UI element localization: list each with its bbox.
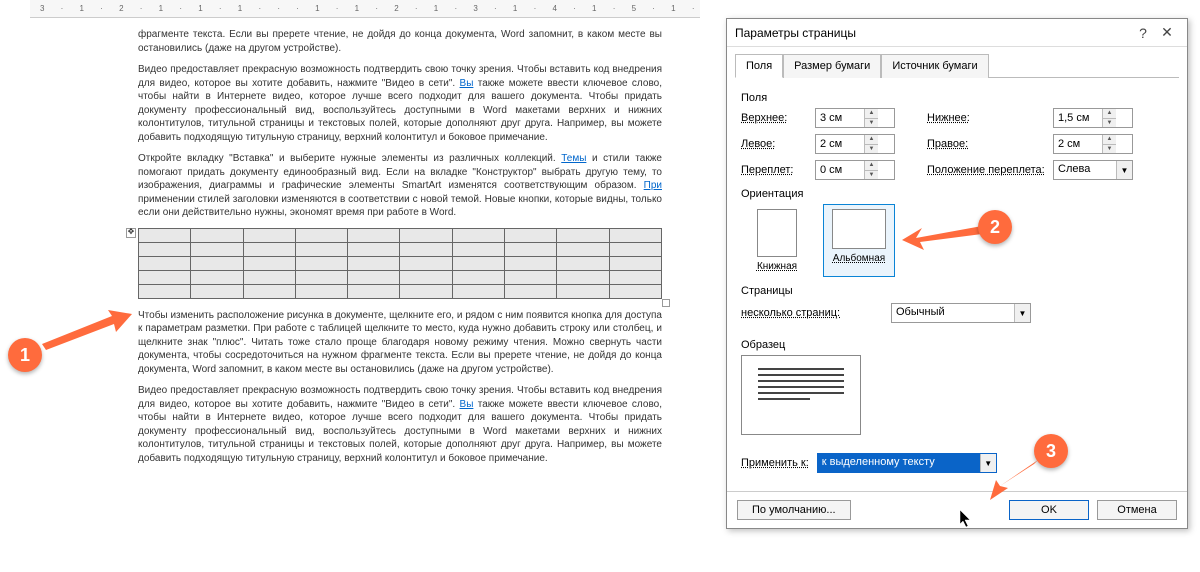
landscape-icon <box>832 209 886 249</box>
dialog-tabs: Поля Размер бумаги Источник бумаги <box>727 47 1187 77</box>
spin-down-icon[interactable]: ▼ <box>1103 145 1116 154</box>
table-row <box>139 242 662 256</box>
spin-up-icon[interactable]: ▲ <box>1103 109 1116 119</box>
table-move-handle[interactable]: ✥ <box>126 228 136 238</box>
left-margin-input[interactable]: ▲▼ <box>815 134 895 154</box>
annotation-callout-1: 1 <box>8 338 42 372</box>
dialog-button-row: По умолчанию... OK Отмена <box>727 491 1187 528</box>
spin-up-icon[interactable]: ▲ <box>865 109 878 119</box>
cursor-icon <box>960 510 974 528</box>
hyperlink[interactable]: Темы <box>561 153 586 164</box>
spin-down-icon[interactable]: ▼ <box>1103 119 1116 128</box>
preview-thumbnail <box>741 355 861 435</box>
dialog-title: Параметры страницы <box>735 26 1131 40</box>
paragraph[interactable]: Видео предоставляет прекрасную возможнос… <box>138 63 662 144</box>
document-area: 3 · 1 · 2 · 1 · 1 · 1 · · · 1 · 1 · 2 · … <box>0 0 700 572</box>
paragraph[interactable]: фрагменте текста. Если вы пререте чтение… <box>138 28 662 55</box>
apply-to-label: Применить к: <box>741 457 809 469</box>
hyperlink[interactable]: При <box>644 180 662 191</box>
spin-down-icon[interactable]: ▼ <box>865 119 878 128</box>
annotation-arrow-1 <box>42 310 132 350</box>
table-row <box>139 284 662 298</box>
horizontal-ruler[interactable]: 3 · 1 · 2 · 1 · 1 · 1 · · · 1 · 1 · 2 · … <box>30 0 700 18</box>
multiple-pages-combo[interactable]: Обычный▼ <box>891 303 1031 323</box>
paragraph[interactable]: Откройте вкладку "Вставка" и выберите ну… <box>138 152 662 220</box>
tab-panel-margins: Поля Верхнее: ▲▼ Нижнее: ▲▼ Левое: ▲▼ Пр… <box>727 78 1187 491</box>
hyperlink[interactable]: Вы <box>460 399 474 410</box>
paragraph[interactable]: Видео предоставляет прекрасную возможнос… <box>138 384 662 465</box>
chevron-down-icon[interactable]: ▼ <box>1116 161 1132 179</box>
apply-to-combo[interactable]: к выделенному тексту▼ <box>817 453 997 473</box>
annotation-arrow-3 <box>990 460 1042 500</box>
right-margin-input[interactable]: ▲▼ <box>1053 134 1133 154</box>
spin-down-icon[interactable]: ▼ <box>865 145 878 154</box>
tab-paper-source[interactable]: Источник бумаги <box>881 54 988 78</box>
help-button[interactable]: ? <box>1131 21 1155 45</box>
orientation-portrait[interactable]: Книжная <box>741 204 813 277</box>
spin-up-icon[interactable]: ▲ <box>1103 135 1116 145</box>
document-page[interactable]: фрагменте текста. Если вы пререте чтение… <box>120 20 680 481</box>
left-margin-label: Левое: <box>741 138 809 150</box>
multiple-pages-label: несколько страниц: <box>741 307 881 319</box>
page-setup-dialog: Параметры страницы ? ✕ Поля Размер бумаг… <box>726 18 1188 529</box>
bottom-margin-label: Нижнее: <box>927 112 1047 124</box>
hyperlink[interactable]: Вы <box>460 78 474 89</box>
spin-down-icon[interactable]: ▼ <box>865 171 878 180</box>
ok-button[interactable]: OK <box>1009 500 1089 520</box>
cancel-button[interactable]: Отмена <box>1097 500 1177 520</box>
orientation-section-label: Ориентация <box>741 188 1173 200</box>
margins-section-label: Поля <box>741 92 1173 104</box>
table-resize-handle[interactable] <box>662 299 670 307</box>
preview-section-label: Образец <box>741 339 1173 351</box>
paragraph[interactable]: Чтобы изменить расположение рисунка в до… <box>138 309 662 377</box>
annotation-callout-2: 2 <box>978 210 1012 244</box>
table-row <box>139 256 662 270</box>
gutter-position-combo[interactable]: Слева▼ <box>1053 160 1133 180</box>
table-container: ✥ <box>138 228 662 299</box>
gutter-position-label: Положение переплета: <box>927 164 1047 176</box>
right-margin-label: Правое: <box>927 138 1047 150</box>
spin-up-icon[interactable]: ▲ <box>865 135 878 145</box>
close-button[interactable]: ✕ <box>1155 21 1179 45</box>
orientation-landscape[interactable]: Альбомная <box>823 204 895 277</box>
document-table[interactable] <box>138 228 662 299</box>
gutter-input[interactable]: ▲▼ <box>815 160 895 180</box>
default-button[interactable]: По умолчанию... <box>737 500 851 520</box>
top-margin-label: Верхнее: <box>741 112 809 124</box>
dialog-titlebar[interactable]: Параметры страницы ? ✕ <box>727 19 1187 47</box>
table-row <box>139 228 662 242</box>
bottom-margin-input[interactable]: ▲▼ <box>1053 108 1133 128</box>
top-margin-input[interactable]: ▲▼ <box>815 108 895 128</box>
chevron-down-icon[interactable]: ▼ <box>1014 304 1030 322</box>
annotation-callout-3: 3 <box>1034 434 1068 468</box>
annotation-arrow-2 <box>902 222 982 250</box>
spin-up-icon[interactable]: ▲ <box>865 161 878 171</box>
pages-section-label: Страницы <box>741 285 1173 297</box>
tab-margins[interactable]: Поля <box>735 54 783 78</box>
portrait-icon <box>757 209 797 257</box>
gutter-label: Переплет: <box>741 164 809 176</box>
table-row <box>139 270 662 284</box>
tab-paper-size[interactable]: Размер бумаги <box>783 54 881 78</box>
